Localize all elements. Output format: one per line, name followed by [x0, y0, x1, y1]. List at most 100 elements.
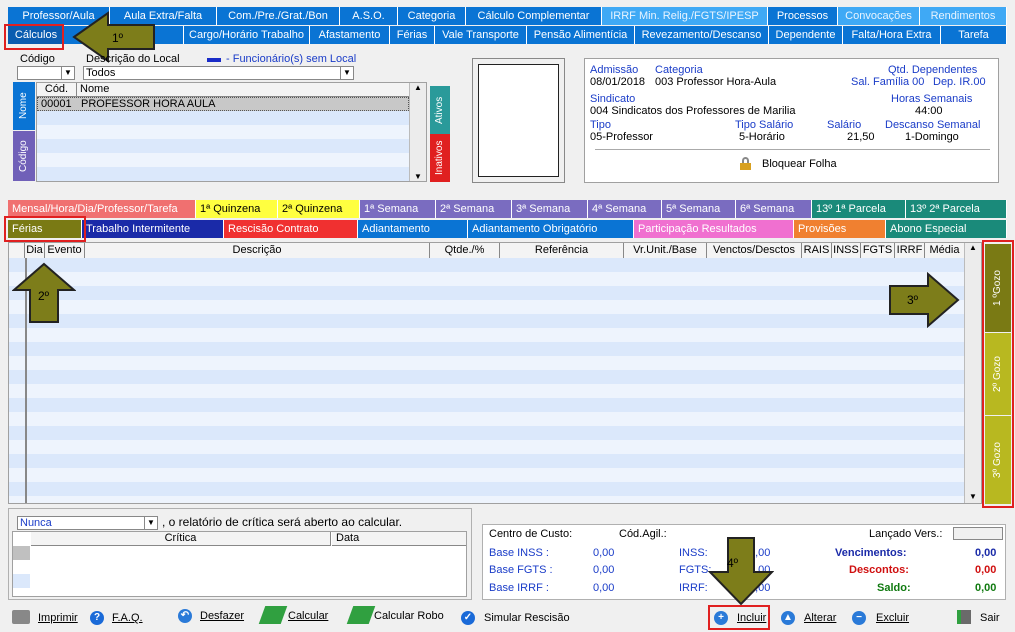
tab-calculo-complementar[interactable]: Cálculo Complementar — [466, 7, 602, 25]
calc-tab-2-semana[interactable]: 2ª Semana — [436, 200, 512, 218]
col-vr-unit[interactable]: Vr.Unit./Base — [624, 243, 707, 258]
calc-tab-1-semana[interactable]: 1ª Semana — [360, 200, 436, 218]
col-dia[interactable]: Dia — [25, 243, 45, 258]
calc-tab-provisoes[interactable]: Provisões — [794, 220, 886, 238]
tab-processos[interactable]: Processos — [768, 7, 838, 25]
tab-rendimentos[interactable]: Rendimentos — [920, 7, 1007, 25]
tab-afastamento[interactable]: Afastamento — [310, 26, 390, 44]
calc-tab-13-1-parcela[interactable]: 13º 1ª Parcela — [812, 200, 906, 218]
salario-value: 21,50 — [847, 131, 875, 143]
tab-irrf-min[interactable]: IRRF Min. Relig./FGTS/IPESP — [602, 7, 768, 25]
tab-revezamento[interactable]: Revezamento/Descanso — [635, 26, 769, 44]
calc-tab-participacao[interactable]: Participação Resultados — [634, 220, 794, 238]
tab-categoria[interactable]: Categoria — [398, 7, 466, 25]
side-tab-inativos[interactable]: Inativos — [430, 134, 450, 182]
tab-aso[interactable]: A.S.O. — [340, 7, 398, 25]
arrow-4-icon — [708, 537, 774, 606]
chevron-down-icon[interactable]: ▼ — [61, 67, 74, 79]
calc-tab-adiantamento-obrigatorio[interactable]: Adiantamento Obrigatório — [468, 220, 634, 238]
calc-tab-2-quinzena[interactable]: 2ª Quinzena — [278, 200, 360, 218]
imprimir-button[interactable]: Imprimir — [38, 612, 78, 624]
col-data[interactable]: Data — [332, 532, 466, 546]
lancado-input[interactable] — [953, 527, 1003, 540]
scroll-down-icon[interactable]: ▼ — [410, 172, 426, 181]
col-media[interactable]: Média — [925, 243, 965, 258]
minus-icon[interactable]: − — [852, 611, 866, 625]
calc-tab-trabalho-intermitente[interactable]: Trabalho Intermitente — [82, 220, 224, 238]
calc-tab-4-semana[interactable]: 4ª Semana — [588, 200, 662, 218]
scrollbar[interactable]: ▲ ▼ — [409, 83, 426, 181]
calc-tab-5-semana[interactable]: 5ª Semana — [662, 200, 736, 218]
printer-icon[interactable] — [12, 610, 30, 624]
col-venctos[interactable]: Venctos/Desctos — [707, 243, 802, 258]
col-fgts[interactable]: FGTS — [861, 243, 895, 258]
excluir-button[interactable]: Excluir — [876, 612, 909, 624]
alterar-button[interactable]: Alterar — [804, 612, 836, 624]
tab-convocacoes[interactable]: Convocações — [838, 7, 920, 25]
exit-door-icon[interactable] — [957, 610, 971, 624]
col-evento[interactable]: Evento — [45, 243, 85, 258]
col-referencia[interactable]: Referência — [500, 243, 624, 258]
table-row[interactable]: 00001 PROFESSOR HORA AULA — [37, 97, 409, 111]
scroll-up-icon[interactable]: ▲ — [965, 243, 981, 252]
desfazer-button[interactable]: Desfazer — [200, 610, 244, 622]
bloquear-folha[interactable]: Bloquear Folha — [762, 158, 837, 170]
tab-3-gozo[interactable]: 3º Gozo — [985, 416, 1011, 504]
tab-vale-transporte[interactable]: Vale Transporte — [435, 26, 527, 44]
tab-2-gozo[interactable]: 2º Gozo — [985, 333, 1011, 415]
calcular-robo-button[interactable]: Calcular Robo — [374, 610, 444, 622]
critica-select[interactable]: Nunca ▼ — [17, 516, 158, 530]
tab-dependente[interactable]: Dependente — [769, 26, 843, 44]
side-tab-ativos[interactable]: Ativos — [430, 86, 450, 134]
calc-tab-3-semana[interactable]: 3ª Semana — [512, 200, 588, 218]
tab-tarefa[interactable]: Tarefa — [941, 26, 1007, 44]
calcular-button[interactable]: Calcular — [288, 610, 328, 622]
col-descricao[interactable]: Descrição — [85, 243, 430, 258]
col-cod[interactable]: Cód. — [37, 83, 77, 97]
side-tab-codigo[interactable]: Código — [13, 131, 35, 181]
col-nome[interactable]: Nome — [77, 83, 409, 97]
local-select-value: Todos — [86, 67, 116, 79]
codigo-input[interactable]: ▼ — [17, 66, 75, 80]
side-tab-nome[interactable]: Nome — [13, 82, 35, 130]
scroll-up-icon[interactable]: ▲ — [410, 83, 426, 92]
lock-icon[interactable] — [740, 157, 751, 170]
incluir-button[interactable]: Incluir — [737, 612, 766, 624]
calc-tab-rescisao[interactable]: Rescisão Contrato — [224, 220, 358, 238]
robot-calculator-icon[interactable] — [346, 606, 376, 624]
calc-tab-1-quinzena[interactable]: 1ª Quinzena — [196, 200, 278, 218]
local-select[interactable]: Todos ▼ — [83, 66, 354, 80]
calc-tab-6-semana[interactable]: 6ª Semana — [736, 200, 812, 218]
chevron-down-icon[interactable]: ▼ — [144, 517, 157, 529]
col-critica[interactable]: Crítica — [31, 532, 331, 546]
col-irrf[interactable]: IRRF — [895, 243, 925, 258]
descontos-value: 0,00 — [975, 564, 997, 576]
grid-scrollbar[interactable]: ▲ ▼ — [964, 243, 981, 503]
employee-info-panel: Admissão 08/01/2018 Categoria 003 Profes… — [584, 58, 999, 183]
tab-com-pre-grat[interactable]: Com./Pre./Grat./Bon — [217, 7, 340, 25]
tab-cargo-horario[interactable]: Cargo/Horário Trabalho — [184, 26, 310, 44]
col-rais[interactable]: RAIS — [802, 243, 832, 258]
tab-ferias-top[interactable]: Férias — [390, 26, 435, 44]
col-qtde[interactable]: Qtde./% — [430, 243, 500, 258]
codigo-label: Código — [20, 53, 55, 65]
check-icon[interactable]: ✓ — [461, 611, 475, 625]
faq-button[interactable]: F.A.Q. — [112, 612, 143, 624]
tab-falta-hora-extra[interactable]: Falta/Hora Extra — [843, 26, 941, 44]
edit-icon[interactable]: ▲ — [781, 611, 795, 625]
calc-tab-adiantamento[interactable]: Adiantamento — [358, 220, 468, 238]
calc-tab-abono-especial[interactable]: Abono Especial — [886, 220, 1007, 238]
plus-icon[interactable]: + — [714, 611, 728, 625]
scroll-down-icon[interactable]: ▼ — [965, 492, 981, 501]
sair-button[interactable]: Sair — [980, 612, 1000, 624]
chevron-down-icon[interactable]: ▼ — [340, 67, 353, 79]
tab-1-gozo[interactable]: 1 ºGozo — [985, 244, 1011, 332]
calculator-icon[interactable] — [258, 606, 288, 624]
undo-icon[interactable]: ↶ — [178, 609, 192, 623]
help-icon[interactable]: ? — [90, 611, 104, 625]
calc-tab-13-2-parcela[interactable]: 13º 2ª Parcela — [906, 200, 1007, 218]
col-inss[interactable]: INSS — [832, 243, 861, 258]
simular-rescisao-button[interactable]: Simular Rescisão — [484, 612, 570, 624]
tab-pensao[interactable]: Pensão Alimentícia — [527, 26, 635, 44]
photo — [478, 64, 559, 177]
